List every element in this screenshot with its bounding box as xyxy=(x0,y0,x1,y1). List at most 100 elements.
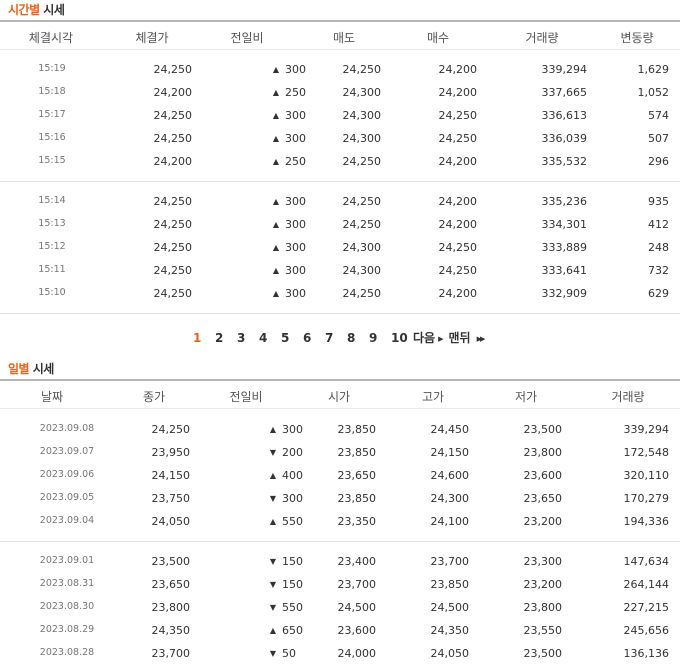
ask-cell: 24,300 xyxy=(342,132,382,145)
date-cell: 2023.09.08 xyxy=(39,423,95,434)
volume-cell: 227,215 xyxy=(623,601,670,614)
page-link-7[interactable]: 7 xyxy=(325,331,347,345)
open-cell: 23,650 xyxy=(337,469,377,482)
daily-section-title-accent: 일별 xyxy=(8,362,30,376)
up-triangle-icon: ▲ xyxy=(269,517,276,526)
down-triangle-icon: ▼ xyxy=(269,494,276,503)
time-section-title: 시간별 시세 xyxy=(8,1,65,18)
volume-cell: 172,548 xyxy=(623,446,670,459)
up-triangle-icon: ▲ xyxy=(269,471,276,480)
time-cell: 15:18 xyxy=(38,86,66,97)
change-cell: ▼ 150 xyxy=(269,555,303,568)
change-value: 150 xyxy=(282,578,303,591)
double-right-triangle-icon: ▶▶ xyxy=(476,335,486,343)
change-cell: ▼ 300 xyxy=(269,492,303,505)
change-cell: ▼ 50 xyxy=(270,647,296,660)
header-close: 종가 xyxy=(142,390,166,404)
page-link-4[interactable]: 4 xyxy=(259,331,281,345)
up-triangle-icon: ▲ xyxy=(272,243,279,252)
volume-cell: 332,909 xyxy=(541,287,588,300)
change-value: 50 xyxy=(282,647,296,660)
down-triangle-icon: ▼ xyxy=(269,603,276,612)
time-table-bottom-border xyxy=(0,313,680,314)
price-cell: 24,250 xyxy=(153,195,193,208)
header-change: 전일비 xyxy=(230,31,264,45)
low-cell: 23,600 xyxy=(523,469,563,482)
open-cell: 23,700 xyxy=(337,578,377,591)
bid-cell: 24,250 xyxy=(438,109,478,122)
up-triangle-icon: ▲ xyxy=(269,425,276,434)
change-value: 550 xyxy=(282,601,303,614)
volume-cell: 245,656 xyxy=(623,624,670,637)
time-cell: 15:12 xyxy=(38,241,66,252)
page-link-1[interactable]: 1 xyxy=(193,331,215,345)
volume-cell: 336,039 xyxy=(541,132,588,145)
delta-cell: 935 xyxy=(648,195,669,208)
low-cell: 23,800 xyxy=(523,446,563,459)
delta-cell: 629 xyxy=(648,287,669,300)
change-value: 200 xyxy=(282,446,303,459)
time-table-group-divider xyxy=(0,181,680,182)
low-cell: 23,200 xyxy=(523,515,563,528)
bid-cell: 24,200 xyxy=(438,63,478,76)
page-link-3[interactable]: 3 xyxy=(237,331,259,345)
close-cell: 23,700 xyxy=(151,647,191,660)
ask-cell: 24,300 xyxy=(342,241,382,254)
close-cell: 24,350 xyxy=(151,624,191,637)
up-triangle-icon: ▲ xyxy=(272,266,279,275)
volume-cell: 336,613 xyxy=(541,109,588,122)
price-cell: 24,200 xyxy=(153,86,193,99)
up-triangle-icon: ▲ xyxy=(269,626,276,635)
header-time: 체결시각 xyxy=(28,31,74,45)
close-cell: 23,650 xyxy=(151,578,191,591)
change-value: 300 xyxy=(285,241,306,254)
time-cell: 15:16 xyxy=(38,132,66,143)
page-link-2[interactable]: 2 xyxy=(215,331,237,345)
header-date: 날짜 xyxy=(40,390,64,404)
delta-cell: 296 xyxy=(648,155,669,168)
delta-cell: 1,629 xyxy=(637,63,670,76)
close-cell: 23,950 xyxy=(151,446,191,459)
open-cell: 24,000 xyxy=(337,647,377,660)
volume-cell: 320,110 xyxy=(623,469,670,482)
pagination-pages: 1 2 3 4 5 6 7 8 9 10 xyxy=(193,331,413,345)
up-triangle-icon: ▲ xyxy=(272,289,279,298)
change-value: 300 xyxy=(285,218,306,231)
date-cell: 2023.08.31 xyxy=(39,578,95,589)
last-page-link[interactable]: 맨뒤 ▶▶ xyxy=(448,329,486,346)
change-value: 400 xyxy=(282,469,303,482)
open-cell: 24,500 xyxy=(337,601,377,614)
page-link-8[interactable]: 8 xyxy=(347,331,369,345)
time-section-title-accent: 시간별 xyxy=(8,3,40,17)
high-cell: 24,500 xyxy=(430,601,470,614)
open-cell: 23,850 xyxy=(337,492,377,505)
change-value: 550 xyxy=(282,515,303,528)
daily-table-top-border xyxy=(0,379,680,381)
ask-cell: 24,250 xyxy=(342,218,382,231)
change-cell: ▼ 550 xyxy=(269,601,303,614)
change-cell: ▲ 550 xyxy=(269,515,303,528)
high-cell: 23,850 xyxy=(430,578,470,591)
next-page-link[interactable]: 다음 ▶ xyxy=(413,329,448,346)
open-cell: 23,850 xyxy=(337,446,377,459)
page-link-5[interactable]: 5 xyxy=(281,331,303,345)
date-cell: 2023.09.01 xyxy=(39,555,95,566)
page-link-10[interactable]: 10 xyxy=(391,331,413,345)
time-table-top-border xyxy=(0,20,680,22)
low-cell: 23,300 xyxy=(523,555,563,568)
change-value: 300 xyxy=(282,492,303,505)
page-link-9[interactable]: 9 xyxy=(369,331,391,345)
delta-cell: 412 xyxy=(648,218,669,231)
change-cell: ▲ 300 xyxy=(272,241,306,254)
up-triangle-icon: ▲ xyxy=(272,88,279,97)
down-triangle-icon: ▼ xyxy=(269,557,276,566)
volume-cell: 264,144 xyxy=(623,578,670,591)
volume-cell: 147,634 xyxy=(623,555,670,568)
date-cell: 2023.08.30 xyxy=(39,601,95,612)
volume-cell: 170,279 xyxy=(623,492,670,505)
up-triangle-icon: ▲ xyxy=(272,134,279,143)
header-price: 체결가 xyxy=(135,31,169,45)
date-cell: 2023.08.29 xyxy=(39,624,95,635)
change-value: 300 xyxy=(282,423,303,436)
page-link-6[interactable]: 6 xyxy=(303,331,325,345)
